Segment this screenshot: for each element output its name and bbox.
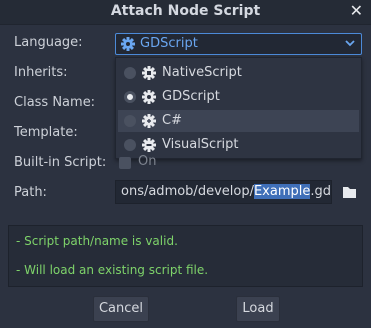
visualscript-icon: [142, 138, 156, 152]
status-panel: - Script path/name is valid. - Will load…: [8, 225, 363, 287]
load-button[interactable]: Load: [236, 296, 280, 322]
language-option-visualscript[interactable]: VisualScript: [118, 134, 359, 156]
language-option-label: VisualScript: [162, 137, 239, 152]
cancel-button[interactable]: Cancel: [93, 296, 149, 322]
close-icon[interactable]: ✕: [350, 1, 363, 20]
radio-unchecked: [124, 139, 136, 151]
status-line-load: - Will load an existing script file.: [16, 263, 209, 277]
csharp-icon: [142, 114, 156, 128]
builtin-script-checkbox[interactable]: [119, 157, 131, 169]
language-option-gdscript[interactable]: GDScript: [118, 86, 359, 108]
path-text: ons/admob/develop/Example.gd: [121, 184, 331, 199]
builtin-script-value: On: [138, 154, 157, 169]
radio-unchecked: [124, 67, 136, 79]
inherits-label: Inherits:: [14, 65, 68, 80]
title-bar: Attach Node Script ✕: [0, 0, 371, 25]
path-input[interactable]: ons/admob/develop/Example.gd: [115, 180, 332, 204]
class-name-label: Class Name:: [14, 95, 96, 110]
path-label: Path:: [14, 185, 47, 200]
template-label: Template:: [14, 125, 78, 140]
language-selected-value: GDScript: [140, 36, 198, 51]
gdscript-gear-icon: [142, 90, 156, 104]
status-line-valid: - Script path/name is valid.: [16, 234, 178, 248]
dialog-title: Attach Node Script: [110, 3, 261, 19]
builtin-script-label: Built-in Script:: [14, 155, 107, 170]
language-dropdown: NativeScript GDScript C# VisualScript: [115, 57, 362, 159]
language-option-label: C#: [162, 113, 182, 128]
radio-unchecked: [124, 115, 136, 127]
folder-icon[interactable]: [338, 183, 360, 201]
gdscript-gear-icon: [121, 37, 135, 51]
radio-checked: [124, 91, 136, 103]
language-label: Language:: [14, 35, 83, 50]
nativescript-icon: [142, 66, 156, 80]
path-prefix: ons/admob/develop/: [121, 184, 254, 199]
path-selected-text: Example: [253, 184, 311, 199]
language-option-nativescript[interactable]: NativeScript: [118, 62, 359, 84]
language-select[interactable]: GDScript: [115, 33, 362, 55]
language-option-label: GDScript: [162, 89, 220, 104]
language-option-csharp[interactable]: C#: [118, 110, 359, 132]
attach-node-script-dialog: Attach Node Script ✕ Language: Inherits:…: [0, 0, 371, 328]
chevron-down-icon: [345, 40, 355, 47]
path-suffix: .gd: [310, 184, 331, 199]
language-option-label: NativeScript: [162, 65, 242, 80]
